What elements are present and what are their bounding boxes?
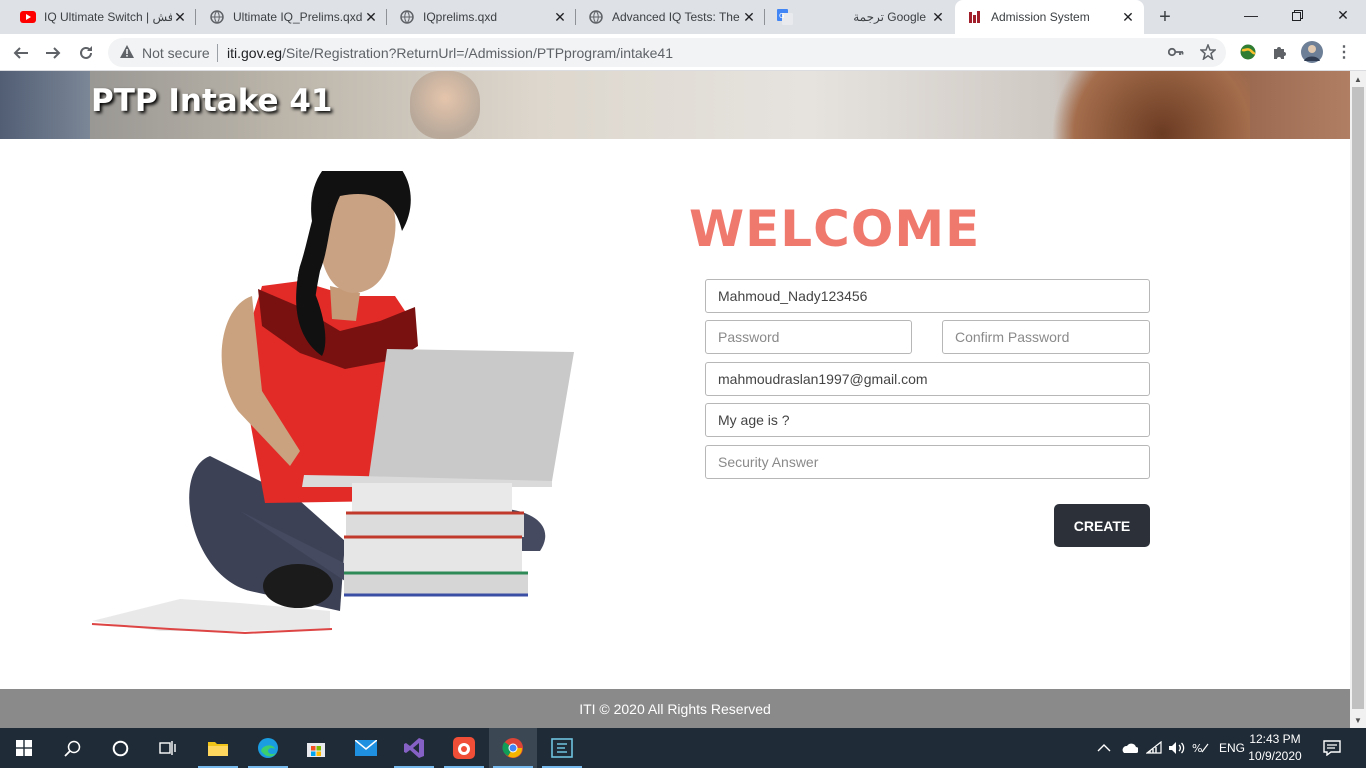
profile-avatar[interactable] (1301, 41, 1323, 63)
globe-icon (399, 9, 415, 25)
create-button[interactable]: CREATE (1054, 504, 1150, 547)
back-button[interactable] (8, 40, 34, 66)
edge-icon[interactable] (244, 728, 292, 768)
tab-ultimate-iq[interactable]: Ultimate IQ_Prelims.qxd ✕ (197, 0, 387, 34)
close-window-button[interactable]: ✕ (1320, 0, 1366, 30)
key-icon[interactable] (1166, 42, 1186, 62)
input-method-icon[interactable]: % (1192, 728, 1210, 768)
search-icon[interactable] (48, 728, 96, 768)
star-icon[interactable] (1198, 42, 1218, 62)
restore-button[interactable] (1274, 0, 1320, 30)
clock-time: 12:43 PM (1249, 732, 1301, 746)
banner-photo-left (0, 71, 90, 139)
volume-icon[interactable] (1168, 728, 1186, 768)
close-tab-icon[interactable]: ✕ (552, 9, 568, 25)
start-button[interactable] (0, 728, 48, 768)
terminal-app-icon[interactable] (538, 728, 586, 768)
minimize-button[interactable]: — (1228, 0, 1274, 30)
tab-youtube[interactable]: IQ Ultimate Switch | فش ✕ (8, 0, 196, 34)
extensions-puzzle-icon[interactable] (1270, 42, 1290, 62)
new-tab-button[interactable]: + (1153, 5, 1177, 29)
welcome-heading: WELCOME (689, 200, 981, 258)
banner: PTP Intake 41 (0, 71, 1350, 139)
tab-admission-system[interactable]: Admission System ✕ (955, 0, 1144, 34)
close-tab-icon[interactable]: ✕ (741, 9, 757, 25)
show-hidden-icons-icon[interactable] (1097, 728, 1111, 768)
page-scrollbar[interactable]: ▲ ▼ (1350, 71, 1366, 728)
email-field[interactable]: mahmoudraslan1997@gmail.com (705, 362, 1150, 396)
youtube-icon (20, 9, 36, 25)
iti-icon (967, 9, 983, 25)
banner-photo-hair (1030, 71, 1250, 139)
visual-studio-icon[interactable] (390, 728, 438, 768)
language-indicator[interactable]: ENG (1219, 728, 1245, 768)
confirm-password-field[interactable]: Confirm Password (942, 320, 1150, 354)
windows-taskbar: % ENG 12:43 PM 10/9/2020 (0, 728, 1366, 768)
security-label[interactable]: Not secure (142, 45, 210, 61)
tab-google-translate[interactable]: G ترجمة Google ✕ (765, 0, 954, 34)
microsoft-store-icon[interactable] (292, 728, 340, 768)
file-explorer-icon[interactable] (194, 728, 242, 768)
address-bar[interactable]: Not secure iti.gov.eg/Site/Registration?… (108, 38, 1226, 67)
divider (217, 44, 218, 62)
tab-iqprelims[interactable]: IQprelims.qxd ✕ (387, 0, 576, 34)
google-translate-icon: G (777, 9, 793, 25)
notification-center-icon[interactable] (1323, 728, 1341, 768)
scroll-down-arrow-icon[interactable]: ▼ (1350, 712, 1366, 728)
onedrive-icon[interactable] (1120, 728, 1138, 768)
security-question-field[interactable]: My age is ? (705, 403, 1150, 437)
scroll-up-arrow-icon[interactable]: ▲ (1350, 71, 1366, 87)
close-tab-icon[interactable]: ✕ (172, 9, 188, 25)
extension-globe-icon[interactable] (1238, 42, 1258, 62)
page-content: PTP Intake 41 WELCOME Mahmoud_Nady123456… (0, 71, 1350, 728)
mail-icon[interactable] (342, 728, 390, 768)
clock[interactable]: 12:43 PM 10/9/2020 (1245, 731, 1305, 765)
browser-toolbar: Not secure iti.gov.eg/Site/Registration?… (0, 34, 1366, 71)
chrome-icon[interactable] (489, 728, 537, 768)
tab-advanced-iq[interactable]: Advanced IQ Tests: The ✕ (576, 0, 765, 34)
forward-button[interactable] (40, 40, 66, 66)
clock-date: 10/9/2020 (1248, 749, 1302, 763)
globe-icon (588, 9, 604, 25)
wifi-icon[interactable] (1146, 728, 1162, 768)
url-text[interactable]: iti.gov.eg/Site/Registration?ReturnUrl=/… (227, 45, 673, 61)
password-field[interactable]: Password (705, 320, 912, 354)
close-tab-icon[interactable]: ✕ (1120, 9, 1136, 25)
menu-kebab-icon[interactable]: ⋮ (1334, 42, 1354, 62)
svg-text:G: G (779, 12, 784, 20)
scrollbar-thumb[interactable] (1352, 87, 1364, 709)
close-tab-icon[interactable]: ✕ (930, 9, 946, 25)
username-field[interactable]: Mahmoud_Nady123456 (705, 279, 1150, 313)
photo-app-icon[interactable] (440, 728, 488, 768)
student-illustration (91, 171, 574, 635)
task-view-icon[interactable] (144, 728, 192, 768)
security-answer-field[interactable]: Security Answer (705, 445, 1150, 479)
cortana-icon[interactable] (96, 728, 144, 768)
svg-text:%: % (1192, 742, 1202, 755)
banner-title: PTP Intake 41 (91, 83, 333, 119)
page-footer: ITI © 2020 All Rights Reserved (0, 689, 1350, 728)
tab-strip: IQ Ultimate Switch | فش ✕ Ultimate IQ_Pr… (0, 0, 1366, 34)
close-tab-icon[interactable]: ✕ (363, 9, 379, 25)
warning-icon[interactable] (119, 44, 135, 64)
reload-button[interactable] (73, 40, 99, 66)
globe-icon (209, 9, 225, 25)
banner-photo-person (410, 71, 480, 139)
